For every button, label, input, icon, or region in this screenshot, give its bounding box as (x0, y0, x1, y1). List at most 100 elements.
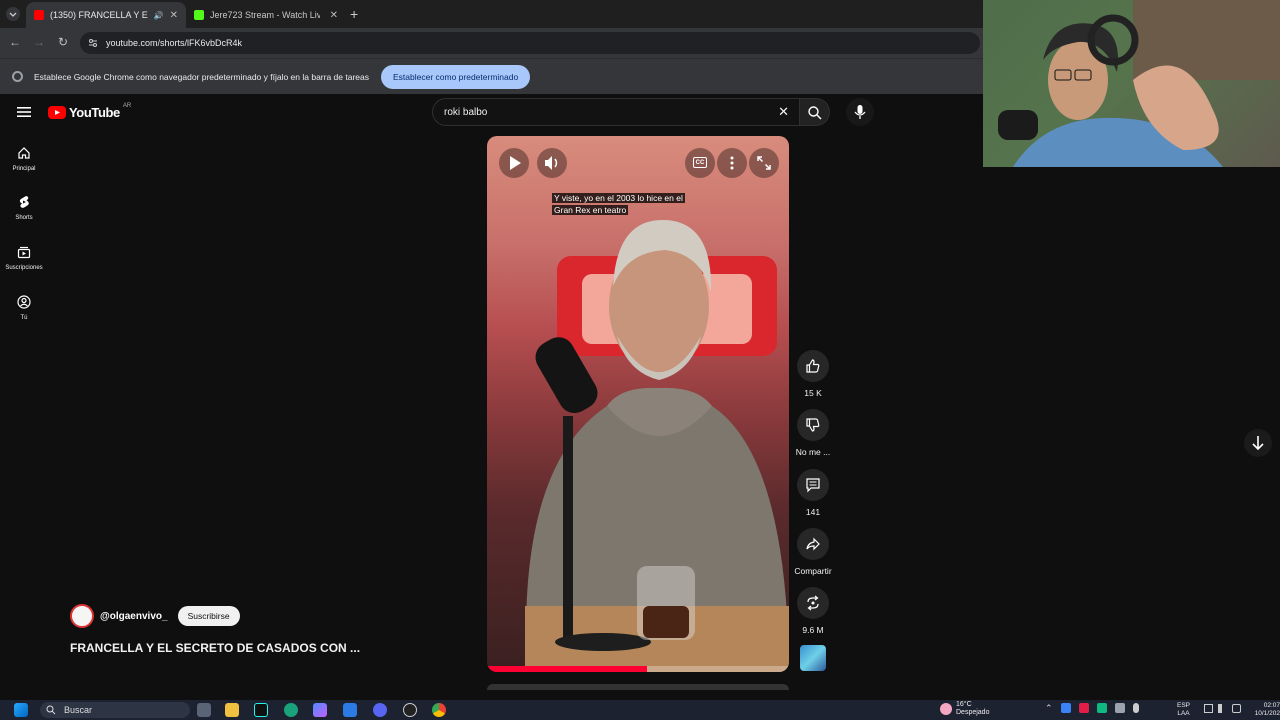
sidebar-item-label: Suscripciones (5, 265, 43, 271)
caption-line: Y viste, yo en el 2003 lo hice en el (552, 193, 685, 203)
file-explorer-icon[interactable] (225, 703, 239, 717)
comments-button[interactable]: 141 (790, 469, 836, 517)
chrome-icon (12, 71, 23, 82)
sidebar-item-shorts[interactable]: Shorts (0, 195, 48, 221)
url-text: youtube.com/shorts/lFK6vbDcR4k (106, 38, 243, 48)
tab-youtube[interactable]: (1350) FRANCELLA Y EL SECRETO 🔊 ✕ (26, 2, 186, 28)
tab-title: Jere723 Stream - Watch Live on (210, 10, 320, 20)
voice-search-button[interactable] (846, 98, 874, 126)
taskbar-search[interactable]: Buscar (40, 702, 190, 718)
captions-button[interactable]: CC (685, 148, 715, 178)
volume-icon (545, 156, 558, 170)
tray-app-icon[interactable] (1060, 703, 1071, 713)
address-bar[interactable]: youtube.com/shorts/lFK6vbDcR4k (80, 32, 980, 54)
share-button[interactable]: Compartir (790, 528, 836, 576)
expand-icon (757, 156, 771, 170)
sidebar-item-subscriptions[interactable]: Suscripciones (0, 245, 48, 271)
search-button[interactable] (800, 98, 830, 126)
microphone-icon[interactable] (1132, 703, 1139, 713)
subscribe-button[interactable]: Suscribirse (177, 606, 240, 626)
dislike-label: No me ... (795, 447, 831, 457)
reload-button[interactable]: ↻ (55, 35, 71, 49)
edge-icon[interactable] (284, 703, 298, 717)
webcam-overlay (983, 0, 1280, 167)
tab-kick-stream[interactable]: Jere723 Stream - Watch Live on ✕ (186, 2, 346, 28)
captions-icon: CC (693, 157, 707, 168)
set-default-button[interactable]: Establecer como predeterminado (381, 64, 531, 89)
tray-app-icon[interactable] (1096, 703, 1107, 713)
you-icon (17, 295, 31, 309)
volume-button[interactable] (537, 148, 567, 178)
fullscreen-button[interactable] (749, 148, 779, 178)
shorts-icon (19, 196, 29, 208)
kick-favicon-icon (194, 10, 204, 20)
arrow-down-icon (1252, 436, 1264, 451)
short-title[interactable]: FRANCELLA Y EL SECRETO DE CASADOS CON ..… (70, 641, 360, 655)
webcam-person-image (998, 0, 1280, 167)
next-video-button[interactable] (1244, 429, 1272, 457)
audio-thumbnail[interactable] (800, 645, 826, 671)
clock-time: 02:07 (1263, 702, 1280, 709)
tab-search-button[interactable] (6, 7, 20, 21)
play-icon (510, 156, 521, 170)
like-button[interactable]: 15 K (790, 350, 836, 398)
discord-icon[interactable] (373, 703, 387, 717)
video-frame (487, 219, 789, 672)
windows-start-icon[interactable] (14, 703, 28, 717)
store-icon[interactable] (343, 703, 357, 717)
dislike-button[interactable]: No me ... (790, 409, 836, 457)
channel-info: @olgaenvivo_ Suscribirse (70, 604, 240, 628)
network-icon (1204, 704, 1213, 713)
comment-count: 141 (805, 507, 821, 517)
close-tab-icon[interactable]: ✕ (330, 10, 338, 21)
forward-button[interactable]: → (31, 35, 47, 49)
keyboard-layout: LAA (1177, 710, 1190, 717)
sidebar-item-you[interactable]: Tú (0, 295, 48, 321)
play-button[interactable] (499, 148, 529, 178)
chrome-icon[interactable] (432, 703, 446, 717)
remix-icon (807, 595, 819, 611)
system-tray: ⌃ (1045, 703, 1139, 714)
shorts-video-player[interactable]: CC Y viste, yo en el 2003 lo hice en el … (487, 136, 789, 672)
sidebar-item-home[interactable]: Principal (0, 146, 48, 172)
more-options-button[interactable] (717, 148, 747, 178)
clock[interactable]: 02:07 10/1/202 (1243, 702, 1280, 718)
channel-avatar[interactable] (70, 604, 94, 628)
remix-count: 9.6 M (802, 625, 824, 635)
subscriptions-icon (17, 246, 31, 259)
next-short-preview[interactable] (487, 684, 789, 690)
battery-icon (1232, 704, 1241, 713)
region-code: AR (122, 102, 132, 109)
tiktok-icon[interactable] (254, 703, 268, 717)
windows-taskbar: Buscar 16°C Despejado ⌃ ESP LAA 02:07 10/… (0, 700, 1280, 720)
task-view-icon[interactable] (197, 703, 211, 717)
back-button[interactable]: ← (7, 35, 23, 49)
more-vertical-icon (730, 156, 734, 170)
input-language[interactable]: ESP LAA (1177, 702, 1190, 718)
video-caption: Y viste, yo en el 2003 lo hice en el Gra… (552, 192, 712, 216)
site-info-icon (89, 39, 97, 47)
remix-button[interactable]: 9.6 M (790, 587, 836, 635)
search-input[interactable]: roki balbo ✕ (432, 98, 800, 126)
new-tab-button[interactable]: + (350, 6, 358, 22)
youtube-logo[interactable]: YouTube AR (48, 102, 132, 120)
tray-app-icon[interactable] (1114, 703, 1125, 713)
clock-date: 10/1/202 (1254, 710, 1280, 717)
tray-app-icon[interactable] (1078, 703, 1089, 713)
channel-name[interactable]: @olgaenvivo_ (100, 611, 168, 622)
thumbs-up-icon (806, 359, 820, 373)
youtube-wordmark: YouTube (69, 105, 120, 120)
tab-title: (1350) FRANCELLA Y EL SECRETO (50, 10, 148, 20)
clear-search-icon[interactable]: ✕ (778, 104, 789, 120)
copilot-icon[interactable] (313, 703, 327, 717)
menu-icon[interactable] (17, 105, 31, 117)
comment-icon (806, 478, 820, 493)
close-tab-icon[interactable]: ✕ (170, 10, 178, 21)
infobar-message: Establece Google Chrome como navegador p… (34, 71, 369, 82)
search-query-text: roki balbo (444, 106, 488, 118)
quick-settings[interactable] (1204, 704, 1241, 713)
weather-widget[interactable]: 16°C Despejado (940, 701, 989, 717)
obs-icon[interactable] (403, 703, 417, 717)
chevron-up-icon[interactable]: ⌃ (1045, 703, 1053, 714)
microphone-icon (854, 105, 866, 119)
